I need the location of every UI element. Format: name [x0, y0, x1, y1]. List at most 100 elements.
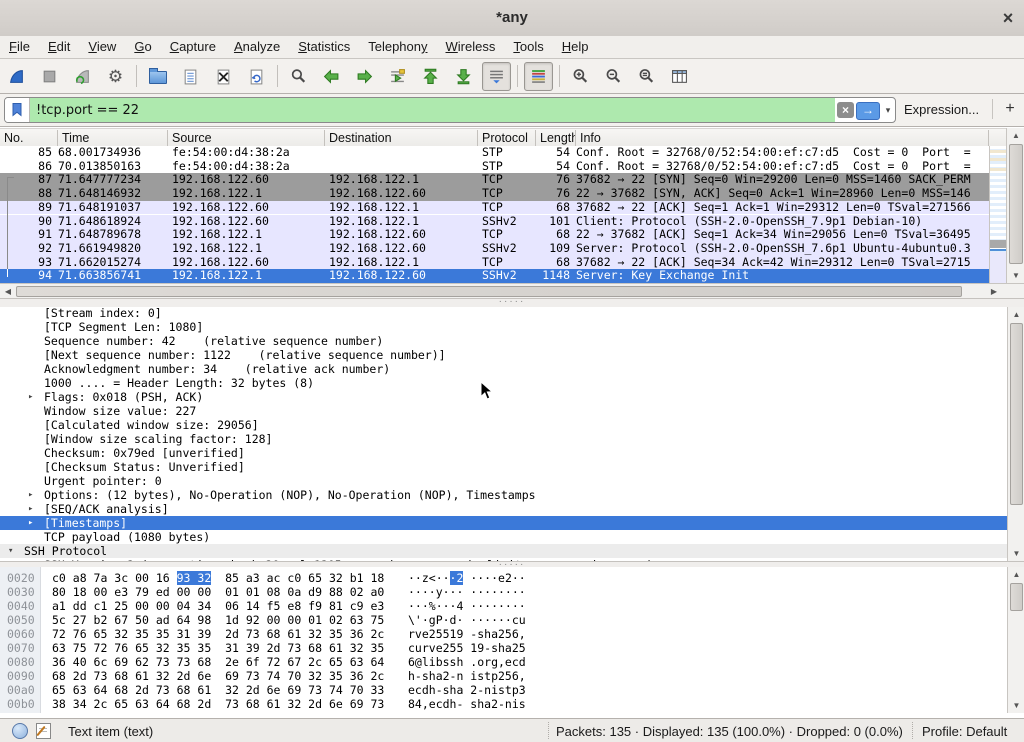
close-icon[interactable]: × — [996, 6, 1020, 30]
scrollbar-thumb[interactable] — [16, 286, 962, 297]
menu-help[interactable]: Help — [553, 36, 598, 57]
detail-line[interactable]: Window size value: 227 — [0, 404, 1007, 418]
intelligent-scrollbar-minimap[interactable] — [989, 146, 1007, 283]
packet-row-92[interactable]: 9271.661949820192.168.122.1192.168.122.6… — [0, 242, 989, 256]
detail-line[interactable]: [Checksum Status: Unverified] — [0, 460, 1007, 474]
packet-row-87[interactable]: 8771.647777234192.168.122.60192.168.122.… — [0, 173, 989, 187]
clear-filter-button[interactable]: × — [837, 102, 854, 118]
packet-row-88[interactable]: 8871.648146932192.168.122.1192.168.122.6… — [0, 187, 989, 201]
hex-ascii[interactable]: 84,ecdh- sha2-nis — [408, 697, 526, 711]
expand-icon[interactable]: ▸ — [28, 502, 33, 516]
detail-line[interactable]: Urgent pointer: 0 — [0, 474, 1007, 488]
hex-row-00a0[interactable]: 00a065 63 64 68 2d 73 68 61 32 2d 6e 69 … — [0, 683, 1007, 697]
scroll-down-icon[interactable]: ▼ — [1008, 701, 1024, 710]
packet-row-89[interactable]: 8971.648191037192.168.122.60192.168.122.… — [0, 201, 989, 215]
go-last-icon[interactable] — [449, 62, 478, 91]
scroll-left-icon[interactable]: ◀ — [2, 287, 14, 296]
apply-filter-button[interactable]: → — [856, 102, 880, 120]
hex-bytes[interactable]: c0 a8 7a 3c 00 16 93 32 85 a3 ac c0 65 3… — [52, 571, 384, 585]
hex-row-0070[interactable]: 007063 75 72 76 65 32 35 35 31 39 2d 73 … — [0, 641, 1007, 655]
hex-ascii[interactable]: ····y··· ········ — [408, 585, 526, 599]
packet-row-91[interactable]: 9171.648789678192.168.122.1192.168.122.6… — [0, 228, 989, 242]
capture-options-icon[interactable]: ⚙ — [101, 62, 130, 91]
display-filter-input[interactable]: !tcp.port == 22 — [30, 98, 835, 122]
scrollbar-thumb[interactable] — [1010, 583, 1023, 611]
add-filter-button[interactable]: + — [1000, 98, 1020, 120]
menu-wireless[interactable]: Wireless — [437, 36, 505, 57]
hex-bytes[interactable]: 68 2d 73 68 61 32 2d 6e 69 73 74 70 32 3… — [52, 669, 384, 683]
expression-button[interactable]: Expression... — [904, 102, 979, 117]
hex-bytes[interactable]: 72 76 65 32 35 35 31 39 2d 73 68 61 32 3… — [52, 627, 384, 641]
scroll-up-icon[interactable]: ▲ — [1007, 131, 1024, 140]
detail-line[interactable]: Acknowledgment number: 34 (relative ack … — [0, 362, 1007, 376]
hex-ascii[interactable]: ··z<···2 ····e2·· — [408, 571, 526, 585]
scroll-down-icon[interactable]: ▼ — [1008, 549, 1024, 558]
zoom-out-icon[interactable] — [599, 62, 628, 91]
packet-list-scrollbar[interactable]: ▲▼ — [1006, 128, 1024, 283]
detail-line[interactable]: [Stream index: 0] — [0, 307, 1007, 320]
zoom-in-icon[interactable] — [566, 62, 595, 91]
detail-line[interactable]: Checksum: 0x79ed [unverified] — [0, 446, 1007, 460]
column-divider[interactable] — [535, 130, 536, 146]
menu-analyze[interactable]: Analyze — [225, 36, 289, 57]
hex-row-0030[interactable]: 003080 18 00 e3 79 ed 00 00 01 01 08 0a … — [0, 585, 1007, 599]
hex-ascii[interactable]: curve255 19-sha25 — [408, 641, 526, 655]
column-header-time[interactable]: Time — [62, 131, 167, 145]
column-divider[interactable] — [575, 130, 576, 146]
menu-telephony[interactable]: Telephony — [359, 36, 436, 57]
hex-bytes[interactable]: 36 40 6c 69 62 73 73 68 2e 6f 72 67 2c 6… — [52, 655, 384, 669]
start-capture-icon[interactable] — [2, 62, 31, 91]
column-divider[interactable] — [324, 130, 325, 146]
colorize-icon[interactable] — [524, 62, 553, 91]
column-divider[interactable] — [57, 130, 58, 146]
hex-bytes[interactable]: 80 18 00 e3 79 ed 00 00 01 01 08 0a d9 8… — [52, 585, 384, 599]
expand-icon[interactable]: ▸ — [28, 516, 33, 530]
packet-row-93[interactable]: 9371.662015274192.168.122.60192.168.122.… — [0, 256, 989, 270]
column-divider[interactable] — [167, 130, 168, 146]
restart-capture-icon[interactable] — [68, 62, 97, 91]
packet-row-90[interactable]: 9071.648618924192.168.122.60192.168.122.… — [0, 215, 989, 229]
hex-ascii[interactable]: rve25519 -sha256, — [408, 627, 526, 641]
column-header-no[interactable]: No. — [4, 131, 57, 145]
menu-go[interactable]: Go — [125, 36, 160, 57]
hex-ascii[interactable]: 6@libssh .org,ecd — [408, 655, 526, 669]
bytes-scrollbar[interactable]: ▲▼ — [1007, 567, 1024, 713]
detail-line[interactable]: [TCP Segment Len: 1080] — [0, 320, 1007, 334]
capture-comment-icon[interactable] — [36, 723, 51, 739]
details-scrollbar[interactable]: ▲▼ — [1007, 307, 1024, 561]
hex-row-0060[interactable]: 006072 76 65 32 35 35 31 39 2d 73 68 61 … — [0, 627, 1007, 641]
detail-line[interactable]: [Next sequence number: 1122 (relative se… — [0, 348, 1007, 362]
detail-line[interactable]: [Calculated window size: 29056] — [0, 418, 1007, 432]
menu-file[interactable]: File — [0, 36, 39, 57]
hex-ascii[interactable]: h-sha2-n istp256, — [408, 669, 526, 683]
hex-row-0050[interactable]: 00505c 27 b2 67 50 ad 64 98 1d 92 00 00 … — [0, 613, 1007, 627]
hex-bytes[interactable]: 5c 27 b2 67 50 ad 64 98 1d 92 00 00 01 0… — [52, 613, 384, 627]
filter-history-caret[interactable]: ▾ — [881, 98, 895, 122]
menu-edit[interactable]: Edit — [39, 36, 79, 57]
go-to-packet-icon[interactable] — [383, 62, 412, 91]
save-file-icon[interactable] — [176, 62, 205, 91]
scroll-down-icon[interactable]: ▼ — [1007, 271, 1024, 280]
hex-row-00b0[interactable]: 00b038 34 2c 65 63 64 68 2d 73 68 61 32 … — [0, 697, 1007, 711]
collapse-icon[interactable]: ▾ — [8, 544, 13, 558]
scrollbar-thumb[interactable] — [1010, 323, 1023, 505]
detail-line[interactable]: ▸[SEQ/ACK analysis] — [0, 502, 1007, 516]
scroll-right-icon[interactable]: ▶ — [988, 287, 1000, 296]
column-divider[interactable] — [988, 130, 989, 146]
expand-icon[interactable]: ▸ — [28, 488, 33, 502]
menu-tools[interactable]: Tools — [504, 36, 552, 57]
detail-line[interactable]: 1000 .... = Header Length: 32 bytes (8) — [0, 376, 1007, 390]
hex-ascii[interactable]: ···%···4 ········ — [408, 599, 526, 613]
hex-row-0040[interactable]: 0040a1 dd c1 25 00 00 04 34 06 14 f5 e8 … — [0, 599, 1007, 613]
detail-line[interactable]: ▸[Timestamps] — [0, 516, 1007, 530]
hex-bytes[interactable]: 38 34 2c 65 63 64 68 2d 73 68 61 32 2d 6… — [52, 697, 384, 711]
open-file-icon[interactable] — [143, 62, 172, 91]
detail-line[interactable]: TCP payload (1080 bytes) — [0, 530, 1007, 544]
detail-line[interactable]: [Window size scaling factor: 128] — [0, 432, 1007, 446]
bookmark-icon[interactable] — [5, 98, 30, 122]
packet-row-86[interactable]: 8670.013850163fe:54:00:d4:38:2aSTP54Conf… — [0, 160, 989, 174]
column-header-source[interactable]: Source — [172, 131, 324, 145]
go-forward-icon[interactable] — [350, 62, 379, 91]
hex-row-0020[interactable]: 0020c0 a8 7a 3c 00 16 93 32 85 a3 ac c0 … — [0, 571, 1007, 585]
stop-capture-icon[interactable] — [35, 62, 64, 91]
